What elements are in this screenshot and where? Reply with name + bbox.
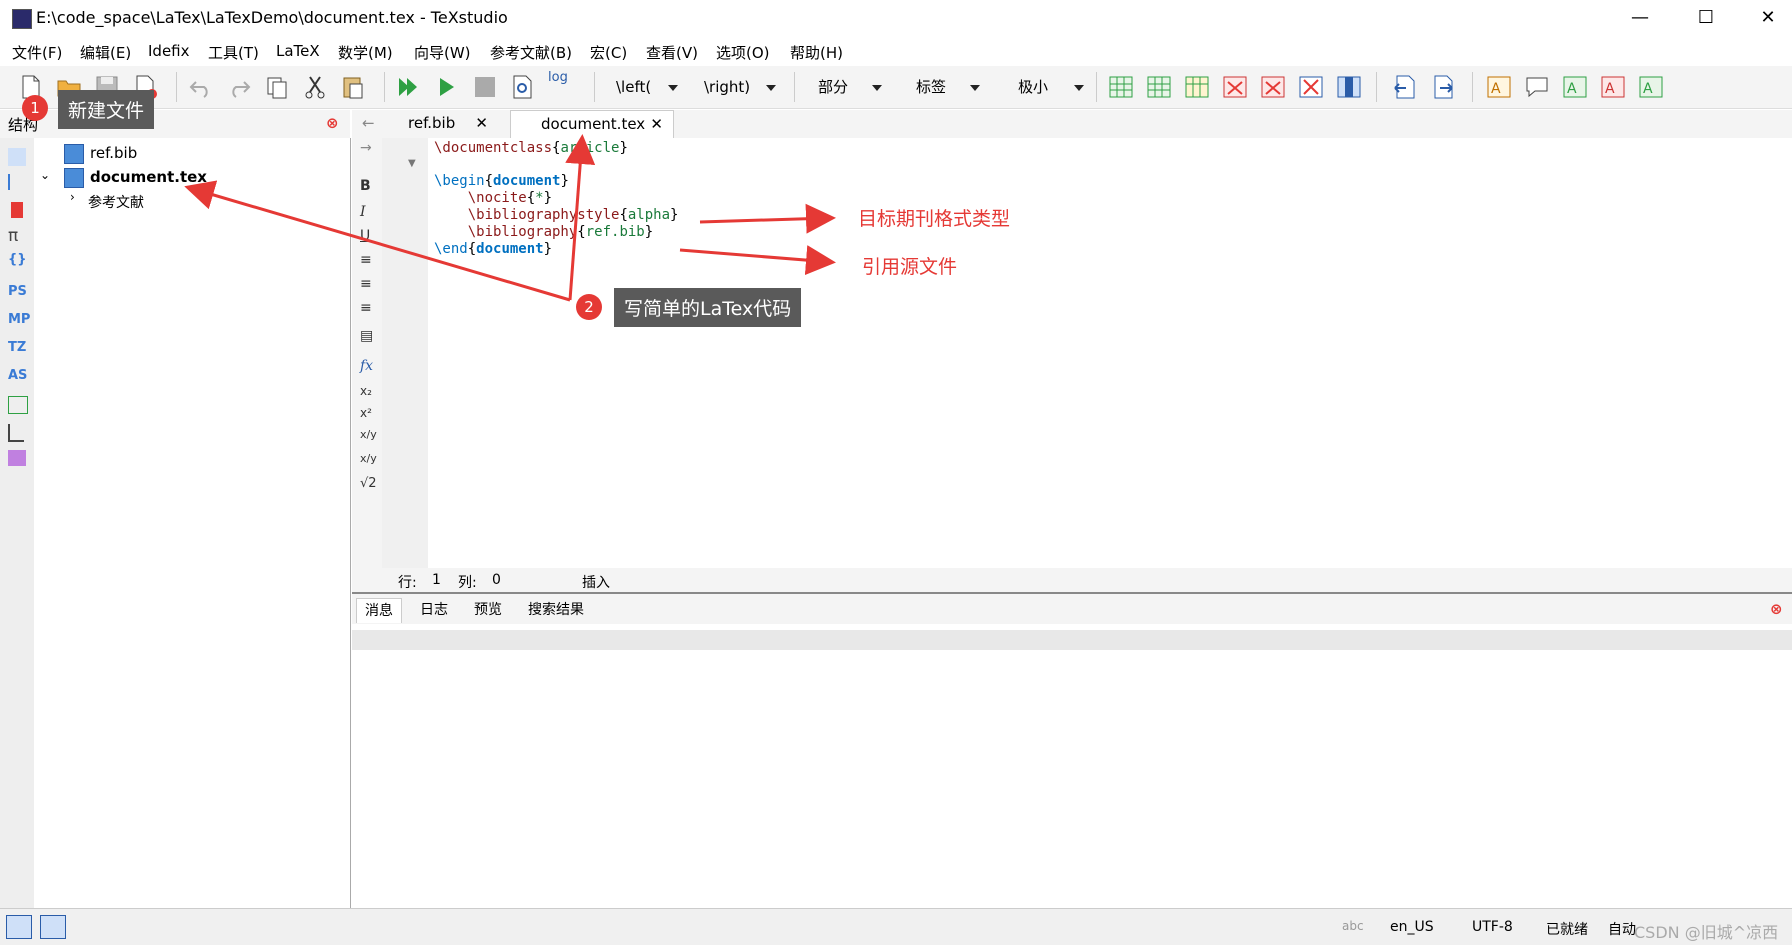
- callout-badge-1: 1: [22, 95, 48, 121]
- annotation-arrows: [184, 134, 836, 302]
- note-journal-style: 目标期刊格式类型: [858, 208, 1011, 230]
- callout-write-code: 写简单的LaTex代码: [614, 288, 802, 327]
- callout-badge-2: 2: [576, 294, 602, 320]
- note-source-file: 引用源文件: [862, 256, 958, 278]
- callout-new-file: 新建文件: [58, 90, 155, 129]
